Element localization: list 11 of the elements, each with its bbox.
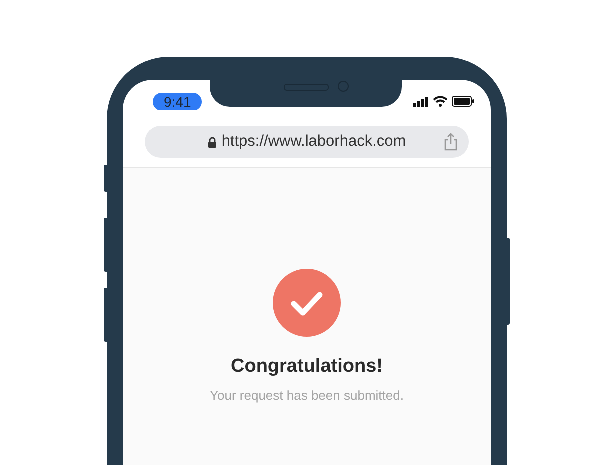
wifi-icon xyxy=(433,96,448,107)
address-bar[interactable]: https://www.laborhack.com xyxy=(123,110,491,168)
url-text: https://www.laborhack.com xyxy=(222,132,406,152)
success-message: Your request has been submitted. xyxy=(210,388,404,403)
lock-icon xyxy=(208,136,217,148)
signal-icon xyxy=(413,96,429,106)
share-icon[interactable] xyxy=(444,133,458,151)
status-time: 9:41 xyxy=(153,92,202,110)
success-title: Congratulations! xyxy=(231,356,383,378)
checkmark-icon xyxy=(273,269,341,337)
battery-icon xyxy=(452,96,475,107)
